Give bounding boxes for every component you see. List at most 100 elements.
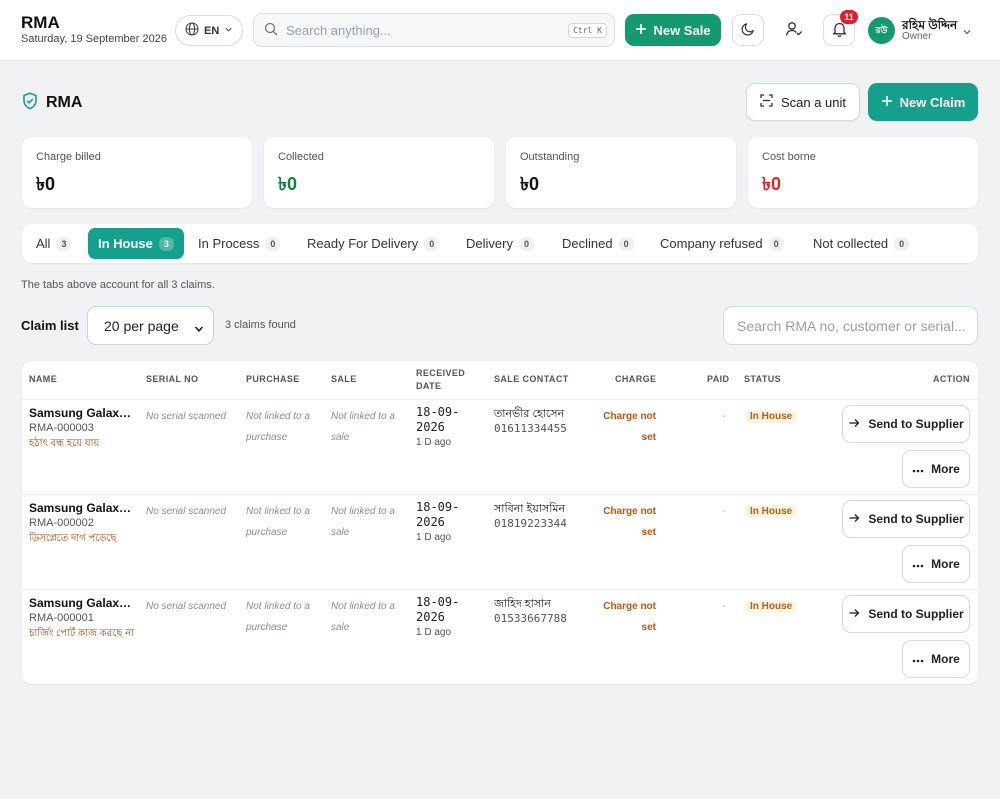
tab-label: Not collected: [813, 236, 889, 251]
column-header-action: ACTION: [933, 374, 970, 384]
product-name[interactable]: Samsung Galaxy A15: [29, 501, 134, 515]
user-role: Owner: [902, 31, 932, 42]
tab-declined[interactable]: Declined 0: [552, 228, 644, 259]
new-claim-button[interactable]: New Claim: [868, 83, 978, 121]
column-header-sale: SALE: [331, 374, 357, 384]
send-to-supplier-button[interactable]: Send to Supplier: [842, 500, 970, 538]
tab-label: Ready For Delivery: [307, 236, 419, 251]
plus-icon: [881, 95, 893, 110]
chevron-down-icon: [224, 25, 233, 37]
send-to-supplier-label: Send to Supplier: [868, 417, 964, 431]
tab-label: Company refused: [660, 236, 763, 251]
language-label: EN: [204, 24, 220, 37]
global-search[interactable]: Search anything... Ctrl K: [253, 13, 615, 47]
purchase-link: Not linked to a purchase: [246, 411, 310, 443]
more-actions-button[interactable]: More: [902, 545, 970, 583]
contact-phone: 01819223344: [494, 517, 567, 530]
claim-list-label: Claim list: [21, 318, 79, 333]
column-header-sale-contact: SALE CONTACT: [494, 374, 569, 384]
tab-all[interactable]: All 3: [26, 228, 81, 259]
new-sale-label: New Sale: [653, 22, 711, 38]
tab-ready-for-delivery[interactable]: Ready For Delivery 0: [297, 228, 449, 259]
received-date: 18-09-2026: [416, 405, 460, 434]
tab-label: In House: [98, 236, 153, 251]
serial-number: No serial scanned: [146, 411, 227, 422]
stat-card-cost-borne: Cost borne ৳0: [748, 137, 978, 208]
more-dots-icon: [912, 557, 924, 571]
send-to-supplier-button[interactable]: Send to Supplier: [842, 595, 970, 633]
search-icon: [264, 22, 278, 39]
column-header-charge: CHARGE: [615, 374, 657, 384]
paid-value: -: [722, 411, 726, 422]
purchase-link: Not linked to a purchase: [246, 601, 310, 633]
moon-icon: [740, 21, 756, 39]
chevron-down-icon[interactable]: [962, 25, 972, 40]
sale-link: Not linked to a sale: [331, 506, 395, 538]
column-header-status: STATUS: [744, 374, 782, 384]
tab-not-collected[interactable]: Not collected 0: [803, 228, 919, 259]
stat-card-outstanding: Outstanding ৳0: [506, 137, 736, 208]
table-row: Samsung Galaxy A15 RMA-000003 হঠাৎ বন্ধ …: [22, 400, 978, 495]
column-header-serial: SERIAL NO: [146, 374, 199, 384]
tab-in-house[interactable]: In House 3: [88, 228, 184, 259]
tab-count: 0: [894, 236, 910, 251]
global-search-input[interactable]: Search anything...: [286, 23, 560, 38]
status-badge: In House: [745, 600, 798, 613]
tab-label: Declined: [562, 236, 613, 251]
tab-company-refused[interactable]: Company refused 0: [650, 228, 794, 259]
more-dots-icon: [912, 462, 924, 476]
status-tabs: All 3 In House 3 In Process 0 Ready For …: [22, 224, 978, 263]
stat-label: Cost borne: [762, 151, 816, 163]
send-to-supplier-label: Send to Supplier: [868, 512, 964, 526]
scan-unit-button[interactable]: Scan a unit: [746, 83, 860, 121]
more-actions-button[interactable]: More: [902, 450, 970, 488]
tab-in-process[interactable]: In Process 0: [188, 228, 290, 259]
product-name[interactable]: Samsung Galaxy A15: [29, 596, 134, 610]
rma-number: RMA-000003: [29, 422, 94, 434]
stat-label: Collected: [278, 151, 324, 163]
new-claim-label: New Claim: [899, 94, 966, 110]
send-to-supplier-label: Send to Supplier: [868, 607, 964, 621]
tabs-note: The tabs above account for all 3 claims.: [21, 279, 215, 291]
language-selector[interactable]: EN: [175, 15, 243, 46]
charge-value: Charge not set: [603, 506, 656, 538]
tab-label: In Process: [198, 236, 260, 251]
per-page-value: 20 per page: [104, 317, 179, 334]
keyboard-shortcut-hint: Ctrl K: [568, 22, 607, 38]
new-sale-button[interactable]: New Sale: [625, 14, 721, 46]
received-date: 18-09-2026: [416, 595, 460, 624]
scan-icon: [760, 94, 773, 110]
globe-icon: [185, 22, 199, 39]
claims-found-count: 3 claims found: [225, 319, 296, 331]
column-header-purchase: PURCHASE: [246, 374, 300, 384]
per-page-select[interactable]: 20 per page: [87, 306, 214, 345]
contact-phone: 01611334455: [494, 422, 567, 435]
received-relative: 1 D ago: [416, 532, 452, 543]
charge-value: Charge not set: [603, 411, 656, 443]
theme-toggle-button[interactable]: [732, 14, 764, 46]
claim-search-input[interactable]: Search RMA no, customer or serial...: [723, 306, 978, 345]
user-check-icon: [785, 21, 803, 40]
tab-count: 3: [56, 236, 72, 251]
tab-count: 0: [518, 236, 534, 251]
issue-description: হঠাৎ বন্ধ হয়ে যায়: [29, 438, 100, 449]
issue-description: চার্জিং পোর্ট কাজ করছে না: [29, 628, 134, 639]
column-header-received-line1: RECEIVED: [416, 368, 466, 378]
contact-phone: 01533667788: [494, 612, 567, 625]
rma-number: RMA-000001: [29, 612, 94, 624]
avatar[interactable]: রউ: [868, 17, 895, 44]
claims-table: NAME SERIAL NO PURCHASE SALE RECEIVED DA…: [22, 361, 978, 684]
tab-delivery[interactable]: Delivery 0: [456, 228, 544, 259]
user-switch-button[interactable]: [778, 14, 810, 46]
more-actions-button[interactable]: More: [902, 640, 970, 678]
tab-count: 0: [424, 236, 440, 251]
tab-label: All: [36, 236, 51, 251]
more-label: More: [931, 652, 960, 666]
stat-card-charge-billed: Charge billed ৳0: [22, 137, 252, 208]
top-bar: RMA Saturday, 19 September 2026 EN Searc…: [0, 0, 1000, 61]
current-date: Saturday, 19 September 2026: [21, 33, 167, 45]
product-name[interactable]: Samsung Galaxy A15: [29, 406, 134, 420]
stat-value: ৳0: [36, 174, 55, 194]
received-date: 18-09-2026: [416, 500, 460, 529]
send-to-supplier-button[interactable]: Send to Supplier: [842, 405, 970, 443]
